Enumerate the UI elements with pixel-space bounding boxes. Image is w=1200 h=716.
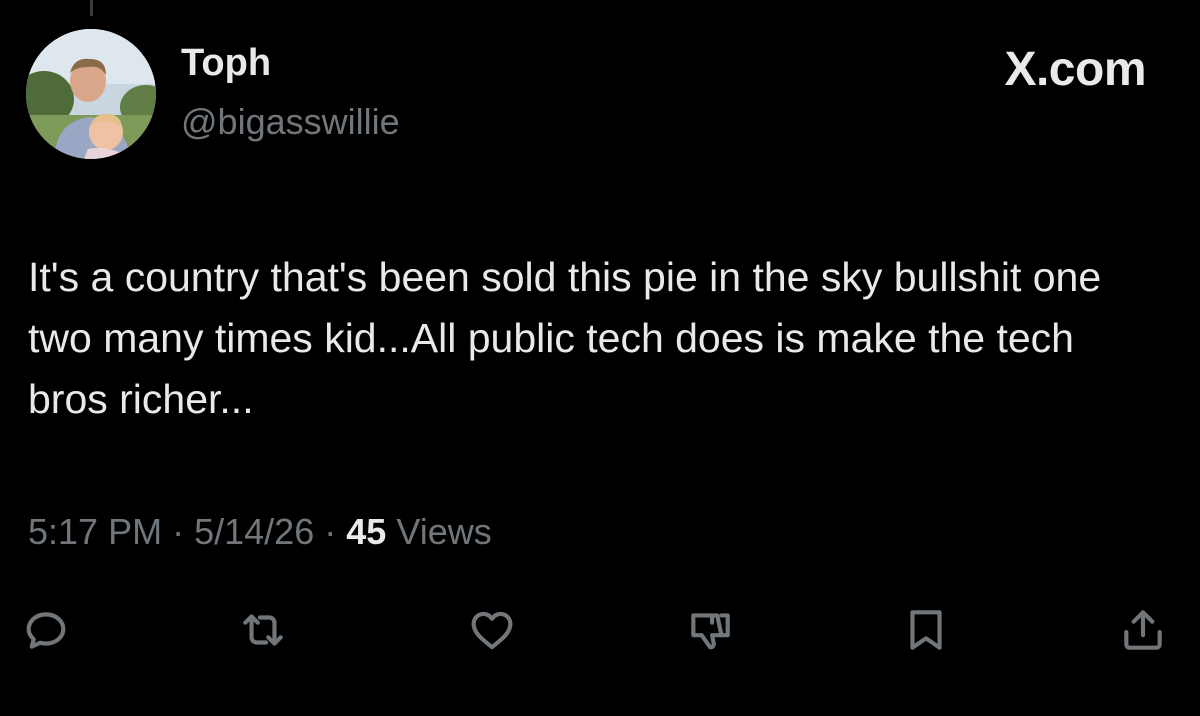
- avatar[interactable]: [26, 29, 156, 159]
- views-label: Views: [396, 511, 492, 552]
- heart-icon: [471, 611, 513, 650]
- bookmark-icon: [910, 610, 942, 650]
- views-count: 45: [346, 511, 387, 552]
- reply-icon: [26, 612, 66, 649]
- repost-button[interactable]: [233, 600, 293, 660]
- brand-label: X.com: [1004, 43, 1146, 96]
- reply-button[interactable]: [16, 600, 76, 660]
- profile-photo-icon: [26, 29, 156, 159]
- author-handle[interactable]: @bigasswillie: [181, 104, 400, 140]
- action-bar: [0, 600, 1200, 660]
- tweet-meta: 5:17 PM · 5/14/26 · 45 Views: [28, 514, 492, 550]
- bookmark-button[interactable]: [896, 600, 956, 660]
- dislike-button[interactable]: [680, 600, 740, 660]
- thumbs-down-icon: [691, 613, 730, 650]
- meta-separator: ·: [324, 511, 337, 552]
- thread-connector-line: [90, 0, 93, 16]
- tweet-date[interactable]: 5/14/26: [194, 511, 314, 552]
- tweet-time[interactable]: 5:17 PM: [28, 511, 162, 552]
- share-icon: [1124, 610, 1162, 650]
- repost-icon: [243, 614, 283, 646]
- meta-separator: ·: [172, 511, 185, 552]
- share-button[interactable]: [1113, 600, 1173, 660]
- tweet-text: It's a country that's been sold this pie…: [28, 254, 1102, 422]
- author-name[interactable]: Toph: [181, 44, 271, 82]
- like-button[interactable]: [462, 600, 522, 660]
